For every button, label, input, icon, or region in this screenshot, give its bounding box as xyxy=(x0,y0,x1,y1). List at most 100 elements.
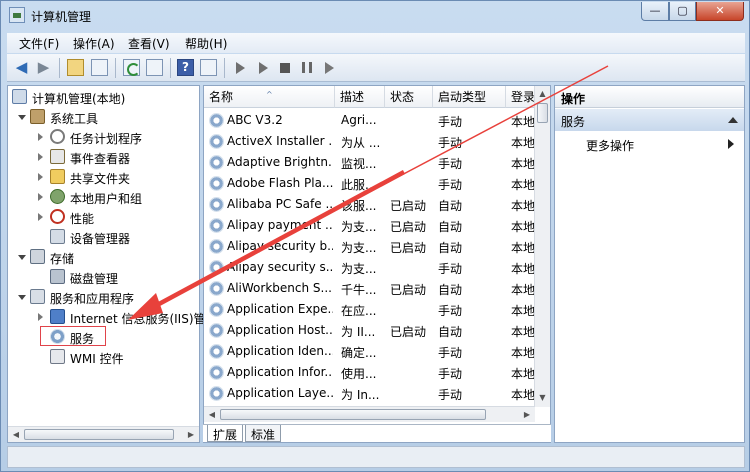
expand-icon[interactable] xyxy=(38,153,43,161)
service-row[interactable]: Application Host... 为 II... 已启动 自动 本地 xyxy=(204,320,535,341)
service-row[interactable]: AliWorkbench S... 千牛... 已启动 自动 本地 xyxy=(204,278,535,299)
expand-icon[interactable] xyxy=(38,213,43,221)
toolbar-separator xyxy=(59,58,60,78)
column-header-status[interactable]: 状态 xyxy=(385,86,433,108)
service-status: 已启动 xyxy=(390,241,427,255)
service-name: Alipay security b... xyxy=(227,239,333,253)
collapse-icon[interactable] xyxy=(18,295,26,300)
service-startup: 自动 xyxy=(438,283,463,297)
tab-extended[interactable]: 扩展 xyxy=(207,425,244,442)
service-logon: 本地 xyxy=(511,241,535,255)
scroll-thumb[interactable] xyxy=(24,429,174,440)
service-startup: 手动 xyxy=(438,136,463,150)
restart-service-icon[interactable] xyxy=(325,62,334,74)
service-name: Alipay payment ... xyxy=(227,218,333,232)
maximize-button[interactable]: ▢ xyxy=(669,2,696,21)
forward-arrow-icon[interactable]: ▶ xyxy=(35,59,52,76)
start-service-icon[interactable] xyxy=(236,62,245,74)
service-logon: 本地 xyxy=(511,136,535,150)
service-name: Application Host... xyxy=(227,323,333,337)
collapse-icon[interactable] xyxy=(18,115,26,120)
scroll-left-icon[interactable]: ◀ xyxy=(8,427,24,442)
show-hide-tree-icon[interactable] xyxy=(91,59,108,76)
close-button[interactable]: ✕ xyxy=(696,2,744,21)
collapse-up-icon[interactable] xyxy=(728,117,738,123)
collapse-icon[interactable] xyxy=(18,255,26,260)
tools-icon xyxy=(30,109,45,124)
expand-icon[interactable] xyxy=(38,133,43,141)
properties-icon[interactable] xyxy=(200,59,217,76)
service-row[interactable]: Application Infor... 使用... 手动 本地 xyxy=(204,362,535,383)
service-gear-icon xyxy=(209,323,224,338)
minimize-button[interactable]: — xyxy=(641,2,669,21)
service-startup: 手动 xyxy=(438,388,463,402)
tree-label: 计算机管理(本地) xyxy=(32,92,126,106)
tree-label: 本地用户和组 xyxy=(70,192,143,206)
expand-icon[interactable] xyxy=(38,193,43,201)
expand-icon[interactable] xyxy=(38,173,43,181)
column-label: 登录 xyxy=(511,90,535,104)
service-gear-icon xyxy=(209,218,224,233)
scroll-left-icon[interactable]: ◀ xyxy=(204,407,220,422)
list-vertical-scrollbar[interactable]: ▲ ▼ xyxy=(534,86,550,407)
tree-label: 性能 xyxy=(70,212,95,226)
column-header-name[interactable]: 名称 ^ xyxy=(204,86,335,108)
export-list-icon[interactable] xyxy=(146,59,163,76)
column-header-startup[interactable]: 启动类型 xyxy=(433,86,506,108)
service-logon: 本地 xyxy=(511,325,535,339)
submenu-arrow-icon[interactable] xyxy=(728,139,734,149)
services-list: 名称 ^ 描述 状态 启动类型 登录 ABC V3.2 Agri... 手动 本地 Ac… xyxy=(203,85,551,443)
service-row[interactable]: ABC V3.2 Agri... 手动 本地 xyxy=(204,110,535,131)
service-row[interactable]: Application Expe... 在应... 手动 本地 xyxy=(204,299,535,320)
up-folder-icon[interactable] xyxy=(67,59,84,76)
service-row[interactable]: Alipay security s... 为支... 手动 本地 xyxy=(204,257,535,278)
disk-icon xyxy=(50,269,65,284)
toolbar: ◀ ▶ ? xyxy=(7,54,745,82)
service-row[interactable]: Application Iden... 确定... 手动 本地 xyxy=(204,341,535,362)
service-logon: 本地 xyxy=(511,304,535,318)
column-header-desc[interactable]: 描述 xyxy=(335,86,385,108)
stop-service-icon[interactable] xyxy=(280,63,290,73)
service-row[interactable]: Alipay payment ... 为支... 已启动 自动 本地 xyxy=(204,215,535,236)
shared-folder-icon xyxy=(50,169,65,184)
service-row[interactable]: Alibaba PC Safe ... 该服... 已启动 自动 本地 xyxy=(204,194,535,215)
toolbar-separator xyxy=(224,58,225,78)
tree-horizontal-scrollbar[interactable]: ◀ ▶ xyxy=(8,426,199,442)
event-log-icon xyxy=(50,149,65,164)
service-desc: 监视... xyxy=(341,157,377,171)
expand-icon[interactable] xyxy=(38,313,43,321)
service-row[interactable]: Application Laye... 为 In... 手动 本地 xyxy=(204,383,535,404)
service-row[interactable]: ActiveX Installer ... 为从 ... 手动 本地 xyxy=(204,131,535,152)
start-service-alt-icon[interactable] xyxy=(259,62,268,74)
tree-label: 服务 xyxy=(70,332,95,346)
help-icon[interactable]: ? xyxy=(177,59,194,76)
service-gear-icon xyxy=(209,239,224,254)
service-row[interactable]: Alipay security b... 为支... 已启动 自动 本地 xyxy=(204,236,535,257)
service-name: Alibaba PC Safe ... xyxy=(227,197,333,211)
scroll-thumb[interactable] xyxy=(537,103,548,123)
menu-action[interactable]: 操作(A) xyxy=(73,35,115,52)
menu-view[interactable]: 查看(V) xyxy=(128,35,170,52)
toolbar-separator xyxy=(115,58,116,78)
actions-section-services[interactable]: 服务 xyxy=(555,109,744,131)
service-startup: 手动 xyxy=(438,304,463,318)
service-row[interactable]: Adaptive Brightn... 监视... 手动 本地 xyxy=(204,152,535,173)
refresh-icon[interactable] xyxy=(123,59,140,76)
pause-service-icon[interactable] xyxy=(302,62,312,73)
service-startup: 手动 xyxy=(438,178,463,192)
scroll-up-icon[interactable]: ▲ xyxy=(535,86,550,102)
scroll-right-icon[interactable]: ▶ xyxy=(519,407,535,422)
scroll-down-icon[interactable]: ▼ xyxy=(535,390,550,406)
column-header-logon[interactable]: 登录 xyxy=(506,86,535,108)
service-row[interactable]: Adobe Flash Pla... 此服... 手动 本地 xyxy=(204,173,535,194)
tab-standard[interactable]: 标准 xyxy=(245,425,282,442)
back-arrow-icon[interactable]: ◀ xyxy=(13,59,30,76)
scroll-thumb[interactable] xyxy=(220,409,486,420)
more-actions-link[interactable]: 更多操作 xyxy=(586,137,634,154)
scroll-right-icon[interactable]: ▶ xyxy=(183,427,199,442)
service-logon: 本地 xyxy=(511,178,535,192)
menu-help[interactable]: 帮助(H) xyxy=(185,35,227,52)
list-horizontal-scrollbar[interactable]: ◀ ▶ xyxy=(204,406,535,422)
menu-file[interactable]: 文件(F) xyxy=(19,35,59,52)
title-bar[interactable]: 计算机管理 — ▢ ✕ xyxy=(1,1,749,31)
